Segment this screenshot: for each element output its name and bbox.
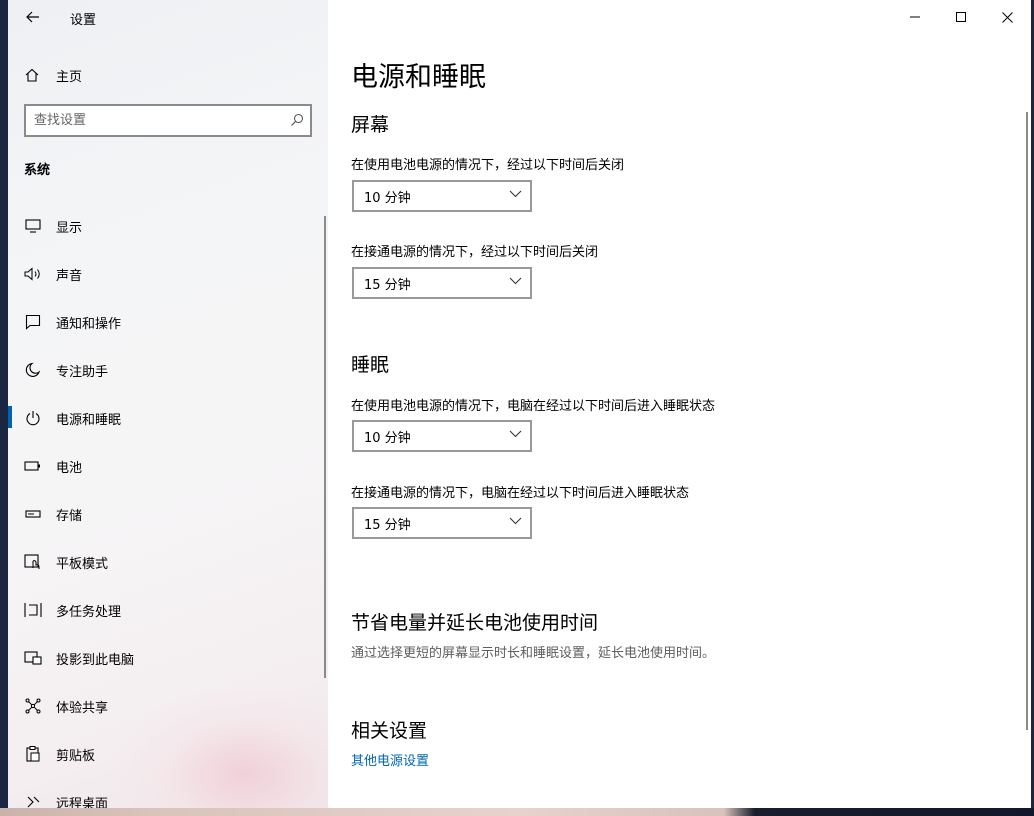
share-icon bbox=[24, 697, 42, 715]
screen-battery-label: 在使用电池电源的情况下，经过以下时间后关闭 bbox=[351, 158, 625, 173]
sleep-battery-dropdown[interactable]: 10 分钟 bbox=[352, 420, 532, 452]
tablet-icon bbox=[24, 553, 42, 571]
sidebar-item-sound[interactable]: 声音 bbox=[8, 254, 326, 294]
related-settings-heading: 相关设置 bbox=[351, 720, 428, 742]
close-button[interactable] bbox=[984, 0, 1030, 34]
sidebar-item-power-sleep[interactable]: 电源和睡眠 bbox=[8, 398, 326, 438]
dropdown-value: 10 分钟 bbox=[364, 190, 411, 206]
dropdown-value: 15 分钟 bbox=[364, 277, 411, 293]
desktop-background-strip bbox=[0, 808, 1034, 816]
sidebar-item-label: 投影到此电脑 bbox=[56, 652, 135, 668]
battery-icon bbox=[24, 457, 42, 475]
sleep-plugged-dropdown[interactable]: 15 分钟 bbox=[352, 507, 532, 539]
home-icon bbox=[25, 68, 39, 82]
sidebar-item-remote-desktop[interactable]: 远程桌面 bbox=[8, 782, 326, 808]
minimize-button[interactable] bbox=[892, 0, 938, 34]
sidebar-item-storage[interactable]: 存储 bbox=[8, 494, 326, 534]
chevron-down-icon bbox=[509, 430, 522, 438]
sidebar-scrollbar[interactable] bbox=[324, 216, 326, 678]
sidebar-item-label: 多任务处理 bbox=[56, 604, 122, 620]
active-indicator bbox=[8, 406, 12, 428]
search-icon bbox=[291, 113, 304, 126]
screen-plugged-label: 在接通电源的情况下，经过以下时间后关闭 bbox=[351, 245, 599, 260]
sidebar-item-label: 体验共享 bbox=[56, 700, 109, 716]
sidebar: 设置 主页 系统 显示 声音 通知和操作 专注助手 电源 bbox=[8, 0, 328, 808]
settings-window: 设置 主页 系统 显示 声音 通知和操作 专注助手 电源 bbox=[8, 0, 1031, 808]
back-button[interactable] bbox=[22, 6, 44, 28]
sidebar-item-tablet-mode[interactable]: 平板模式 bbox=[8, 542, 326, 582]
sidebar-section-title: 系统 bbox=[24, 163, 51, 178]
sidebar-item-label: 通知和操作 bbox=[56, 316, 122, 332]
search-box[interactable] bbox=[24, 104, 312, 137]
sidebar-item-notifications[interactable]: 通知和操作 bbox=[8, 302, 326, 342]
power-icon bbox=[24, 409, 42, 427]
clipboard-icon bbox=[24, 745, 42, 763]
main-scrollbar[interactable] bbox=[1026, 112, 1028, 730]
sidebar-item-label: 远程桌面 bbox=[56, 796, 109, 809]
sidebar-item-project[interactable]: 投影到此电脑 bbox=[8, 638, 326, 678]
sidebar-item-label: 平板模式 bbox=[56, 556, 109, 572]
maximize-button[interactable] bbox=[938, 0, 984, 34]
sleep-battery-label: 在使用电池电源的情况下，电脑在经过以下时间后进入睡眠状态 bbox=[351, 399, 716, 414]
save-power-heading: 节省电量并延长电池使用时间 bbox=[351, 612, 599, 634]
sidebar-item-label: 声音 bbox=[56, 268, 83, 284]
screen-battery-dropdown[interactable]: 10 分钟 bbox=[352, 180, 532, 212]
sidebar-item-label: 存储 bbox=[56, 508, 83, 524]
chevron-down-icon bbox=[509, 277, 522, 285]
save-power-description: 通过选择更短的屏幕显示时长和睡眠设置，延长电池使用时间。 bbox=[351, 646, 716, 661]
sidebar-item-multitasking[interactable]: 多任务处理 bbox=[8, 590, 326, 630]
moon-icon bbox=[24, 361, 42, 379]
app-title: 设置 bbox=[70, 13, 97, 28]
dropdown-value: 15 分钟 bbox=[364, 517, 411, 533]
maximize-icon bbox=[956, 12, 966, 22]
additional-power-settings-link[interactable]: 其他电源设置 bbox=[351, 750, 429, 769]
sidebar-item-label: 电池 bbox=[56, 460, 83, 476]
sidebar-item-focus-assist[interactable]: 专注助手 bbox=[8, 350, 326, 390]
multitask-icon bbox=[24, 601, 42, 619]
back-arrow-icon bbox=[26, 11, 39, 23]
chevron-down-icon bbox=[509, 517, 522, 525]
close-icon bbox=[1001, 11, 1013, 23]
remote-desktop-icon bbox=[24, 793, 42, 808]
minimize-icon bbox=[910, 16, 920, 18]
screen-heading: 屏幕 bbox=[351, 114, 390, 136]
sidebar-item-label: 电源和睡眠 bbox=[56, 412, 122, 428]
storage-icon bbox=[24, 505, 42, 523]
sidebar-item-clipboard[interactable]: 剪贴板 bbox=[8, 734, 326, 774]
sidebar-item-label: 剪贴板 bbox=[56, 748, 96, 764]
project-icon bbox=[24, 649, 42, 667]
monitor-icon bbox=[24, 217, 42, 235]
sidebar-item-display[interactable]: 显示 bbox=[8, 206, 326, 246]
main-content: 电源和睡眠 屏幕 在使用电池电源的情况下，经过以下时间后关闭 10 分钟 在接通… bbox=[328, 0, 1031, 808]
sleep-plugged-label: 在接通电源的情况下，电脑在经过以下时间后进入睡眠状态 bbox=[351, 486, 690, 501]
search-input[interactable] bbox=[34, 111, 274, 130]
sidebar-item-label: 专注助手 bbox=[56, 364, 109, 380]
sidebar-item-shared-experiences[interactable]: 体验共享 bbox=[8, 686, 326, 726]
notification-icon bbox=[24, 313, 42, 331]
speaker-icon bbox=[24, 265, 42, 283]
sidebar-item-battery[interactable]: 电池 bbox=[8, 446, 326, 486]
sleep-heading: 睡眠 bbox=[351, 354, 390, 376]
chevron-down-icon bbox=[509, 190, 522, 198]
screen-plugged-dropdown[interactable]: 15 分钟 bbox=[352, 267, 532, 299]
dropdown-value: 10 分钟 bbox=[364, 430, 411, 446]
nav-home-label: 主页 bbox=[56, 69, 83, 85]
nav-home[interactable]: 主页 bbox=[24, 63, 314, 87]
sidebar-item-label: 显示 bbox=[56, 220, 83, 236]
page-title: 电源和睡眠 bbox=[351, 62, 486, 93]
